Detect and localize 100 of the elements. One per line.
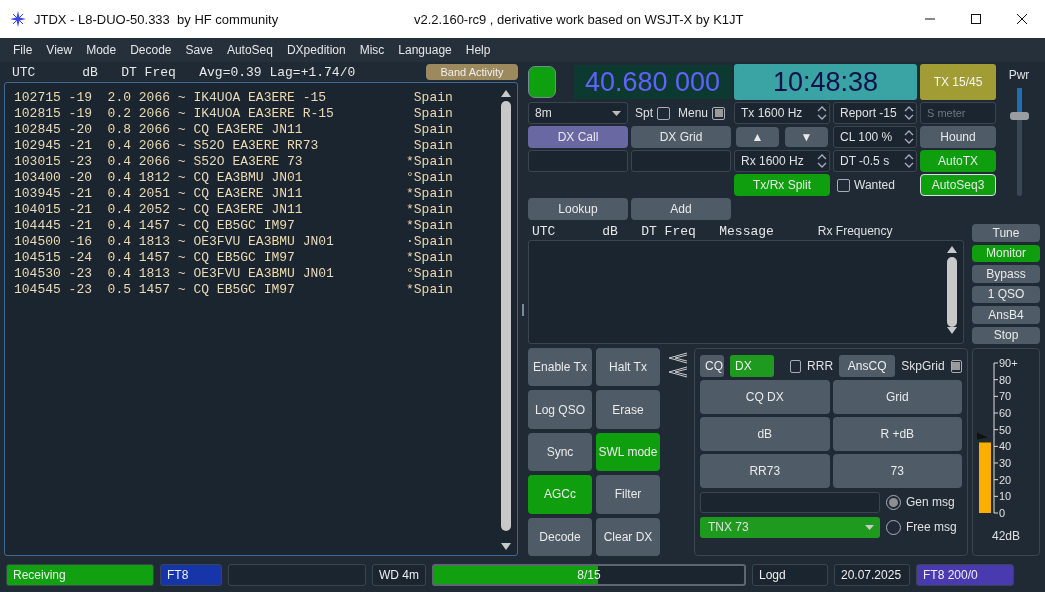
column-header: UTC dB DT Freq Avg=0.39 Lag=+1.74/0 <box>12 64 356 80</box>
tx-period-display: TX 15/45 <box>920 64 996 100</box>
skpgrid-label: SkpGrid <box>901 359 945 373</box>
menu-item[interactable]: Misc <box>352 43 392 57</box>
band-select[interactable]: 8m <box>528 102 628 124</box>
splitter-handle[interactable] <box>522 304 524 316</box>
action-button[interactable]: Halt Tx <box>596 348 660 387</box>
s-meter-field[interactable]: S meter <box>920 102 996 124</box>
autotx-button[interactable]: AutoTX <box>920 150 996 172</box>
message-button[interactable]: Grid <box>832 380 962 414</box>
country-text: *Spain <box>406 201 454 217</box>
tick-label: 10 <box>999 490 1012 503</box>
side-button[interactable]: 1 QSO <box>972 285 1040 303</box>
tick-label: 40 <box>999 440 1012 453</box>
menu-item[interactable]: Help <box>458 43 498 57</box>
decode-text: 102815 -19 0.2 2066 ~ IK4UOA EA3ERE R-15 <box>14 105 335 121</box>
action-button[interactable]: AGCc <box>528 475 592 514</box>
lookup-button[interactable]: Lookup <box>528 198 628 220</box>
decode-text: 103400 -20 0.4 1812 ~ CQ EA3BMU JN01 <box>14 169 304 185</box>
window-title: JTDX - L8-DUO-50.333 by HF community <box>34 11 280 27</box>
column-header: UTC dB DT Freq Message <box>532 223 774 239</box>
action-button[interactable]: Erase <box>596 390 660 429</box>
menu-item[interactable]: View <box>39 43 80 57</box>
dx-call-button[interactable]: DX Call <box>528 126 628 148</box>
cl-spinbox[interactable]: CL 100 % <box>833 126 917 148</box>
split-button[interactable]: Tx/Rx Split <box>734 174 830 196</box>
spt-checkbox[interactable] <box>657 106 670 120</box>
scroll-down-icon[interactable] <box>501 543 511 551</box>
decode-text: 103945 -21 0.4 2051 ~ CQ EA3ERE JN11 <box>14 185 304 201</box>
band-activity-button[interactable]: Band Activity <box>426 64 518 80</box>
side-button[interactable]: Tune <box>972 224 1040 242</box>
pane-title: Rx Frequency <box>817 224 893 238</box>
tx-frequency-spinbox[interactable]: Tx 1600 Hz <box>734 102 830 124</box>
scroll-up-icon[interactable] <box>947 245 957 253</box>
menu-item[interactable]: Save <box>178 43 220 57</box>
action-button[interactable]: Sync <box>528 432 592 472</box>
scrollbar-thumb[interactable] <box>501 101 511 531</box>
action-button[interactable]: Clear DX <box>596 517 660 556</box>
message-button[interactable]: dB <box>700 417 830 451</box>
message-tab[interactable]: DX <box>730 355 775 377</box>
menu-checkbox[interactable] <box>712 106 726 120</box>
dx-grid-button[interactable]: DX Grid <box>631 126 731 148</box>
maximize-icon[interactable] <box>971 14 981 24</box>
hound-button[interactable]: Hound <box>920 126 996 148</box>
free-text-field[interactable] <box>700 491 880 513</box>
side-button[interactable]: AnsB4 <box>972 306 1040 324</box>
rx-frequency-spinbox[interactable]: Rx 1600 Hz <box>734 150 830 172</box>
frequency-display: 40.680 000 <box>574 65 731 99</box>
menu-item[interactable]: Mode <box>79 43 124 57</box>
wanted-label: Wanted <box>854 178 895 192</box>
decode-text: 104515 -24 0.4 1457 ~ CQ EB5GC IM97 <box>14 249 296 265</box>
message-tab[interactable]: CQ <box>700 355 724 377</box>
wanted-checkbox[interactable] <box>837 178 850 192</box>
skpgrid-checkbox[interactable] <box>950 359 962 373</box>
action-button[interactable]: Enable Tx <box>528 348 592 387</box>
menu-item[interactable]: AutoSeq <box>219 43 280 57</box>
country-text: Spain <box>412 121 454 137</box>
menu-item[interactable]: Decode <box>123 43 179 57</box>
close-icon[interactable] <box>1017 14 1027 24</box>
side-button[interactable]: Stop <box>972 326 1040 344</box>
tick-label: 60 <box>999 407 1012 419</box>
up-button[interactable]: ▲ <box>736 127 779 147</box>
report-spinbox[interactable]: Report -15 <box>833 102 917 124</box>
power-slider[interactable] <box>1009 86 1029 198</box>
decode-text: 104545 -23 0.5 1457 ~ CQ EB5GC IM97 <box>14 281 296 297</box>
autoseq-button[interactable]: AutoSeq3 <box>920 174 996 196</box>
menu-item[interactable]: File <box>6 43 40 57</box>
spt-label: Spt <box>635 106 653 120</box>
status-cell: WD 4m <box>372 564 426 586</box>
spin-arrows-icon <box>817 105 827 121</box>
action-button[interactable]: Filter <box>596 475 660 514</box>
country-text: °Spain <box>406 265 454 281</box>
dx-grid-field[interactable] <box>631 150 731 172</box>
decode-text: 103015 -23 0.4 2066 ~ S52O EA3ERE 73 <box>14 153 304 169</box>
tab-chevron-icon[interactable] <box>667 366 687 378</box>
decode-text: 102945 -21 0.4 2066 ~ S52O EA3ERE RR73 <box>14 137 320 153</box>
down-button[interactable]: ▼ <box>785 127 828 147</box>
dx-call-field[interactable] <box>528 150 628 172</box>
rrr-checkbox[interactable] <box>789 359 802 373</box>
action-button[interactable]: Log QSO <box>528 390 592 429</box>
menu-item[interactable]: Language <box>391 43 459 57</box>
message-button[interactable]: CQ DX <box>700 380 830 414</box>
peak-marker <box>977 432 988 440</box>
anscq-button[interactable]: AnsCQ <box>839 355 896 377</box>
add-button[interactable]: Add <box>631 198 731 220</box>
action-button[interactable]: Decode <box>528 517 592 556</box>
menu-item[interactable]: DXpedition <box>279 43 353 57</box>
radio-label: Gen msg <box>906 495 955 509</box>
message-button[interactable]: 73 <box>832 454 962 488</box>
country-text: Spain <box>412 137 454 153</box>
dt-spinbox[interactable]: DT -0.5 s <box>833 150 917 172</box>
tick-label: 20 <box>999 473 1012 486</box>
decode-text: 102715 -19 2.0 2066 ~ IK4UOA EA3ERE -15 <box>14 89 328 105</box>
action-button[interactable]: SWL mode <box>596 432 660 472</box>
message-button[interactable]: RR73 <box>700 454 830 488</box>
scroll-up-icon[interactable] <box>501 89 511 97</box>
tab-chevron-icon[interactable] <box>667 352 687 364</box>
side-button[interactable]: Bypass <box>972 265 1040 283</box>
status-cell: Receiving <box>6 564 154 586</box>
message-button[interactable]: R +dB <box>832 417 962 451</box>
